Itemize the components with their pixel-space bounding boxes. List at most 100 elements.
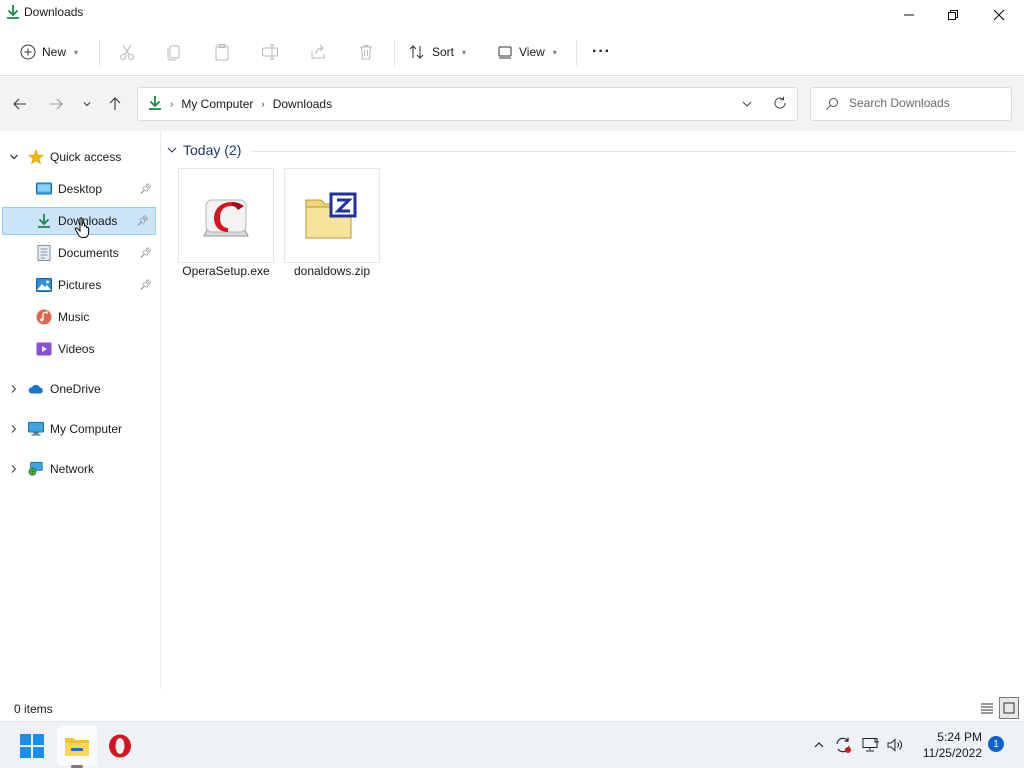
status-bar: 0 items: [0, 697, 1024, 721]
pin-icon[interactable]: 📌︎: [139, 280, 152, 291]
sidebar-item-videos[interactable]: Videos: [36, 335, 158, 363]
download-icon: [6, 4, 20, 20]
taskbar-file-explorer[interactable]: [57, 726, 97, 766]
rename-button[interactable]: [261, 38, 279, 66]
toolbar-divider: [394, 40, 395, 66]
expand-quick-access-icon[interactable]: [8, 151, 20, 163]
chevron-down-icon: [83, 102, 91, 107]
arrow-left-icon: [13, 98, 26, 110]
chevron-down-icon: [742, 101, 752, 107]
clock-date: 11/25/2022: [922, 746, 982, 760]
sidebar-item-quick-access[interactable]: Quick access: [28, 143, 158, 171]
large-icons-view-icon: [1003, 702, 1015, 714]
zip-folder-icon: [305, 192, 357, 238]
download-icon: [36, 213, 52, 229]
search-box[interactable]: [810, 87, 1012, 121]
address-bar[interactable]: › My Computer › Downloads: [137, 87, 798, 121]
restore-icon: [948, 10, 958, 20]
breadcrumb-separator-icon[interactable]: ›: [170, 99, 173, 110]
sidebar-item-desktop[interactable]: Desktop 📌︎: [36, 175, 158, 203]
pictures-icon: [36, 277, 52, 293]
address-history-button[interactable]: [741, 98, 753, 113]
sidebar-item-documents[interactable]: Documents 📌︎: [36, 239, 158, 267]
search-icon: [825, 97, 839, 114]
up-button[interactable]: [105, 94, 125, 114]
recent-locations-button[interactable]: [77, 94, 97, 114]
sidebar-item-music[interactable]: Music: [36, 303, 158, 331]
breadcrumb-my-computer[interactable]: My Computer: [181, 97, 253, 111]
network-icon: [28, 461, 44, 477]
share-button[interactable]: [309, 38, 327, 66]
sidebar-item-onedrive[interactable]: OneDrive: [28, 375, 158, 403]
music-icon: [36, 309, 52, 325]
new-button[interactable]: New ▾: [20, 38, 78, 66]
view-icon: [498, 46, 512, 59]
delete-button[interactable]: [357, 38, 375, 66]
tray-network-icon[interactable]: [859, 734, 881, 756]
group-header-today[interactable]: Today (2): [167, 142, 241, 158]
windows-logo-icon: [20, 734, 44, 758]
expand-my-computer-icon[interactable]: [8, 423, 20, 435]
details-view-button[interactable]: [977, 697, 997, 719]
sidebar-item-my-computer[interactable]: My Computer: [28, 415, 158, 443]
window-title: Downloads: [24, 5, 84, 19]
breadcrumb-downloads[interactable]: Downloads: [273, 97, 332, 111]
copy-icon: [167, 45, 180, 61]
clock-time: 5:24 PM: [937, 730, 982, 744]
notification-badge[interactable]: 1: [988, 736, 1004, 752]
sidebar-item-label: Desktop: [58, 182, 103, 196]
file-list: Today (2) OperaSetup.exe donaldows.zip: [161, 131, 1024, 691]
start-button[interactable]: [12, 726, 52, 766]
search-input[interactable]: [849, 96, 999, 110]
close-button[interactable]: [976, 0, 1022, 30]
sort-button[interactable]: Sort ▾: [408, 38, 466, 66]
sidebar-item-label: Network: [50, 462, 95, 476]
breadcrumb-separator-icon[interactable]: ›: [261, 99, 264, 110]
taskbar: 5:24 PM 11/25/2022 1: [0, 721, 1024, 768]
refresh-button[interactable]: [773, 96, 787, 113]
expand-network-icon[interactable]: [8, 463, 20, 475]
paste-button[interactable]: [213, 38, 231, 66]
minimize-button[interactable]: [886, 0, 932, 30]
copy-button[interactable]: [165, 38, 183, 66]
sidebar-item-network[interactable]: Network: [28, 455, 158, 483]
item-count: 0 items: [14, 702, 53, 716]
videos-icon: [36, 341, 52, 357]
sidebar-item-label: Quick access: [50, 150, 122, 164]
pin-icon[interactable]: 📌︎: [139, 248, 152, 259]
expand-onedrive-icon[interactable]: [8, 383, 20, 395]
group-divider: [251, 151, 1015, 152]
file-item-operasetup[interactable]: OperaSetup.exe: [178, 168, 274, 284]
back-button[interactable]: [10, 94, 30, 114]
clock[interactable]: 5:24 PM 11/25/2022: [912, 729, 982, 761]
file-item-donaldows[interactable]: donaldows.zip: [284, 168, 380, 284]
opera-setup-icon: [203, 199, 249, 236]
taskbar-opera[interactable]: [100, 726, 140, 766]
trash-icon: [360, 45, 372, 60]
restore-button[interactable]: [930, 0, 976, 30]
toolbar-divider: [576, 40, 577, 66]
file-name: donaldows.zip: [293, 264, 371, 278]
close-icon: [993, 9, 1005, 21]
star-icon: [28, 149, 44, 165]
pin-icon[interactable]: 📌︎: [136, 216, 149, 227]
documents-icon: [36, 245, 52, 261]
opera-icon: [109, 734, 131, 758]
more-options-button[interactable]: ···: [592, 38, 611, 66]
chevron-down-icon: ▾: [462, 47, 467, 57]
large-icons-view-button[interactable]: [999, 697, 1019, 719]
tray-sync-icon[interactable]: [832, 734, 854, 756]
sidebar-item-label: OneDrive: [50, 382, 101, 396]
sidebar-item-label: Videos: [58, 342, 95, 356]
tray-volume-icon[interactable]: [884, 734, 906, 756]
show-hidden-icons-button[interactable]: [808, 734, 830, 756]
chevron-up-icon: [814, 742, 824, 748]
view-button[interactable]: View ▾: [497, 38, 557, 66]
chevron-down-icon: [167, 147, 177, 153]
sidebar-item-label: Music: [58, 310, 90, 324]
sidebar-item-pictures[interactable]: Pictures 📌︎: [36, 271, 158, 299]
forward-button[interactable]: [46, 94, 66, 114]
cut-button[interactable]: [118, 38, 136, 66]
pin-icon[interactable]: 📌︎: [139, 184, 152, 195]
refresh-icon: [774, 96, 786, 109]
